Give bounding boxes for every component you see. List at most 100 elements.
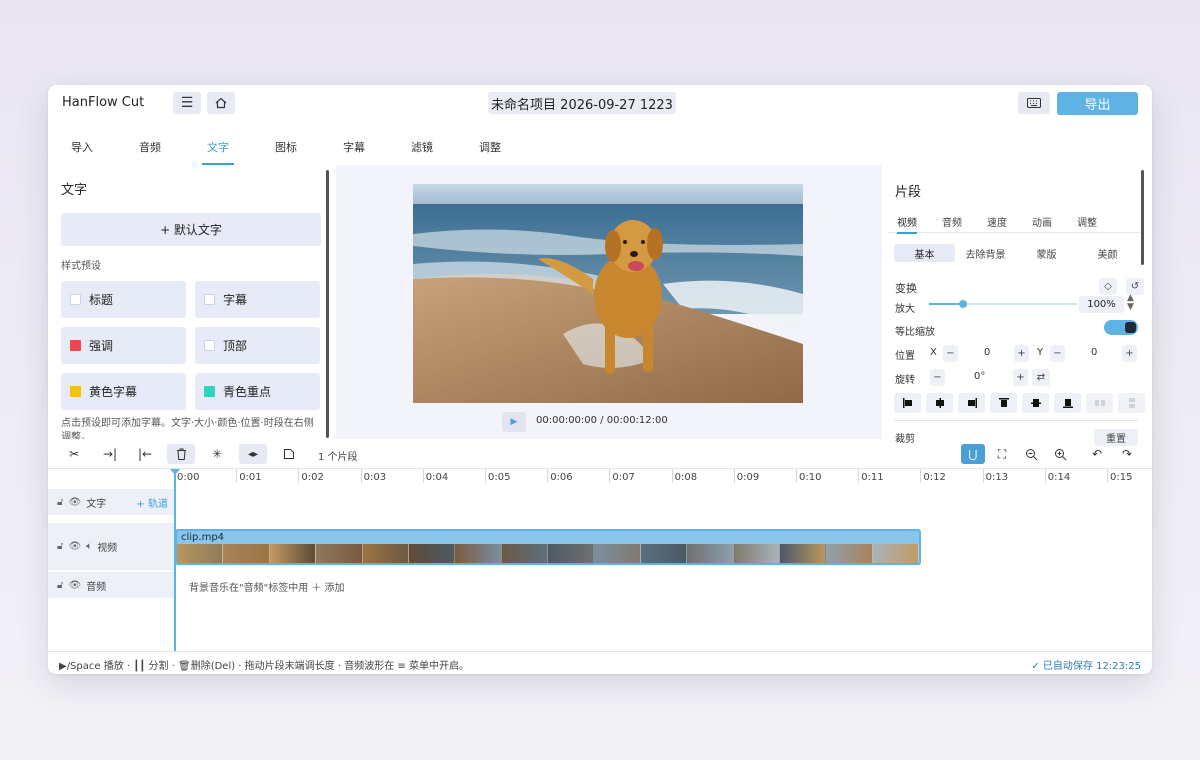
clip-thumbnail xyxy=(733,544,780,563)
lock-icon[interactable]: 🔓︎ xyxy=(57,580,63,591)
ruler-tick xyxy=(609,469,611,483)
panel-title: 片段 xyxy=(895,185,922,200)
time-ruler[interactable]: 0:00 0:01 0:02 0:03 0:04 0:05 0:06 0:07 0:08 0:09… xyxy=(48,469,1152,485)
tab-2[interactable]: 文字 xyxy=(197,133,239,165)
timeline[interactable]: 0:00 0:01 0:02 0:03 0:04 0:05 0:06 0:07 0:08 0:09… xyxy=(48,468,1152,652)
preset-1[interactable]: 字幕 xyxy=(195,281,320,318)
flip-button[interactable]: ⇄ xyxy=(1032,369,1050,386)
playhead-handle[interactable] xyxy=(170,469,180,475)
ruler-tick xyxy=(422,469,424,483)
scale-slider-thumb[interactable] xyxy=(959,300,967,308)
y-label: Y xyxy=(1037,347,1044,358)
lock-icon[interactable]: 🔓︎ xyxy=(57,497,63,508)
preset-0[interactable]: 标题 xyxy=(61,281,186,318)
rotation-decrement[interactable]: − xyxy=(930,369,945,386)
clip-tab-2[interactable]: 速度 xyxy=(978,211,1016,233)
trim-start-button[interactable]: |← xyxy=(131,444,159,464)
snap-toggle[interactable]: ⋃ xyxy=(961,444,985,464)
clip-tab-3[interactable]: 动画 xyxy=(1023,211,1061,233)
segment-3[interactable]: 美颜 xyxy=(1077,244,1138,262)
segment-2[interactable]: 蒙版 xyxy=(1016,244,1077,262)
uniform-scale-toggle[interactable] xyxy=(1104,320,1138,335)
keyboard-shortcuts-button[interactable] xyxy=(1018,92,1050,114)
ruler-tick xyxy=(485,469,486,483)
add-track-button[interactable]: + 轨道 xyxy=(136,495,168,510)
home-button[interactable] xyxy=(207,92,235,114)
rotation-increment[interactable]: + xyxy=(1013,369,1028,386)
preset-2[interactable]: 强调 xyxy=(61,327,186,364)
keyframe-button[interactable]: ◇ xyxy=(1099,278,1117,295)
x-increment[interactable]: + xyxy=(1014,345,1029,362)
preset-3[interactable]: 顶部 xyxy=(195,327,320,364)
left-panel-scrollbar[interactable] xyxy=(326,170,329,438)
eye-icon[interactable]: 👁︎ xyxy=(68,580,81,591)
align-bottom-button[interactable] xyxy=(1054,393,1081,413)
zoom-in-button[interactable] xyxy=(1048,444,1072,464)
align-center-v-button[interactable] xyxy=(1022,393,1049,413)
align-right-button[interactable] xyxy=(958,393,985,413)
tab-3[interactable]: 图标 xyxy=(265,133,307,165)
y-value[interactable]: 0 xyxy=(1091,347,1097,358)
align-top-button[interactable] xyxy=(990,393,1017,413)
rotation-value[interactable]: 0° xyxy=(974,371,985,382)
project-title[interactable]: 未命名项目 2026-09-27 1223 xyxy=(488,92,676,114)
x-decrement[interactable]: − xyxy=(943,345,958,362)
align-left-button[interactable] xyxy=(894,393,921,413)
tab-6[interactable]: 调整 xyxy=(469,133,511,165)
eye-icon[interactable]: 👁︎ xyxy=(68,497,81,508)
fit-timeline-button[interactable]: ⛶ xyxy=(990,444,1014,464)
clip-tab-0[interactable]: 视频 xyxy=(888,211,926,234)
video-preview[interactable] xyxy=(413,184,803,403)
clip-tab-1[interactable]: 音频 xyxy=(933,211,971,233)
align-buttons xyxy=(894,393,1145,413)
text-panel: 文字 + 默认文字 样式预设 标题 字幕 强调 顶部 黄色字幕 青色重点 点击预设即可添加… xyxy=(48,165,326,439)
export-button[interactable]: 导出 xyxy=(1057,92,1138,115)
align-center-h-button[interactable] xyxy=(926,393,953,413)
video-clip[interactable]: clip.mp4 xyxy=(175,529,921,565)
tab-1[interactable]: 音频 xyxy=(129,133,171,165)
tab-5[interactable]: 滤镜 xyxy=(401,133,443,165)
y-increment[interactable]: + xyxy=(1122,345,1137,362)
right-panel-scrollbar[interactable] xyxy=(1141,170,1144,265)
trim-end-button[interactable]: →| xyxy=(96,444,124,464)
crop-icon xyxy=(284,449,294,459)
track-header-video: 🔓︎ 👁︎ 🔈︎ 视频 xyxy=(48,523,174,570)
clip-thumbnails xyxy=(177,544,919,563)
split-button[interactable]: ◂▸ xyxy=(239,444,267,464)
x-value[interactable]: 0 xyxy=(984,347,990,358)
preset-color-swatch xyxy=(204,340,215,351)
segment-1[interactable]: 去除背景 xyxy=(955,244,1016,262)
clip-tab-4[interactable]: 调整 xyxy=(1068,211,1106,233)
tab-0[interactable]: 导入 xyxy=(61,133,103,165)
eye-icon[interactable]: 👁︎ xyxy=(68,541,81,552)
freeze-button[interactable]: ✳ xyxy=(203,444,231,464)
clip-thumbnail xyxy=(779,544,827,563)
distribute-v-button[interactable] xyxy=(1118,393,1145,413)
scale-value-field[interactable]: 100% xyxy=(1079,296,1124,313)
uniform-scale-label: 等比缩放 xyxy=(895,327,935,338)
speaker-icon[interactable]: 🔈︎ xyxy=(86,541,92,552)
preset-4[interactable]: 黄色字幕 xyxy=(61,373,186,410)
add-default-text-button[interactable]: + 默认文字 xyxy=(61,213,321,246)
distribute-h-button[interactable] xyxy=(1086,393,1113,413)
undo-button[interactable]: ↶ xyxy=(1085,444,1109,464)
ruler-tick xyxy=(982,469,984,483)
segment-0[interactable]: 基本 xyxy=(894,244,955,262)
y-decrement[interactable]: − xyxy=(1050,345,1065,362)
play-button[interactable]: ▶ xyxy=(502,412,526,432)
clip-thumbnail xyxy=(316,544,363,563)
cut-button[interactable]: ✂ xyxy=(60,444,88,464)
playhead[interactable] xyxy=(174,469,176,652)
tab-4[interactable]: 字幕 xyxy=(333,133,375,165)
menu-button[interactable]: ☰ xyxy=(173,92,201,114)
redo-button[interactable]: ↷ xyxy=(1115,444,1139,464)
scale-stepper[interactable]: ▲ ▼ xyxy=(1127,294,1134,312)
zoom-out-button[interactable] xyxy=(1019,444,1043,464)
lock-icon[interactable]: 🔓︎ xyxy=(57,541,63,552)
ruler-tick xyxy=(1044,469,1046,483)
basic-segmented-control: 基本 去除背景 蒙版 美颜 xyxy=(894,244,1138,262)
crop-frame-button[interactable] xyxy=(275,444,303,464)
delete-button[interactable] xyxy=(167,444,195,464)
preset-5[interactable]: 青色重点 xyxy=(195,373,320,410)
ruler-tick xyxy=(236,469,238,483)
